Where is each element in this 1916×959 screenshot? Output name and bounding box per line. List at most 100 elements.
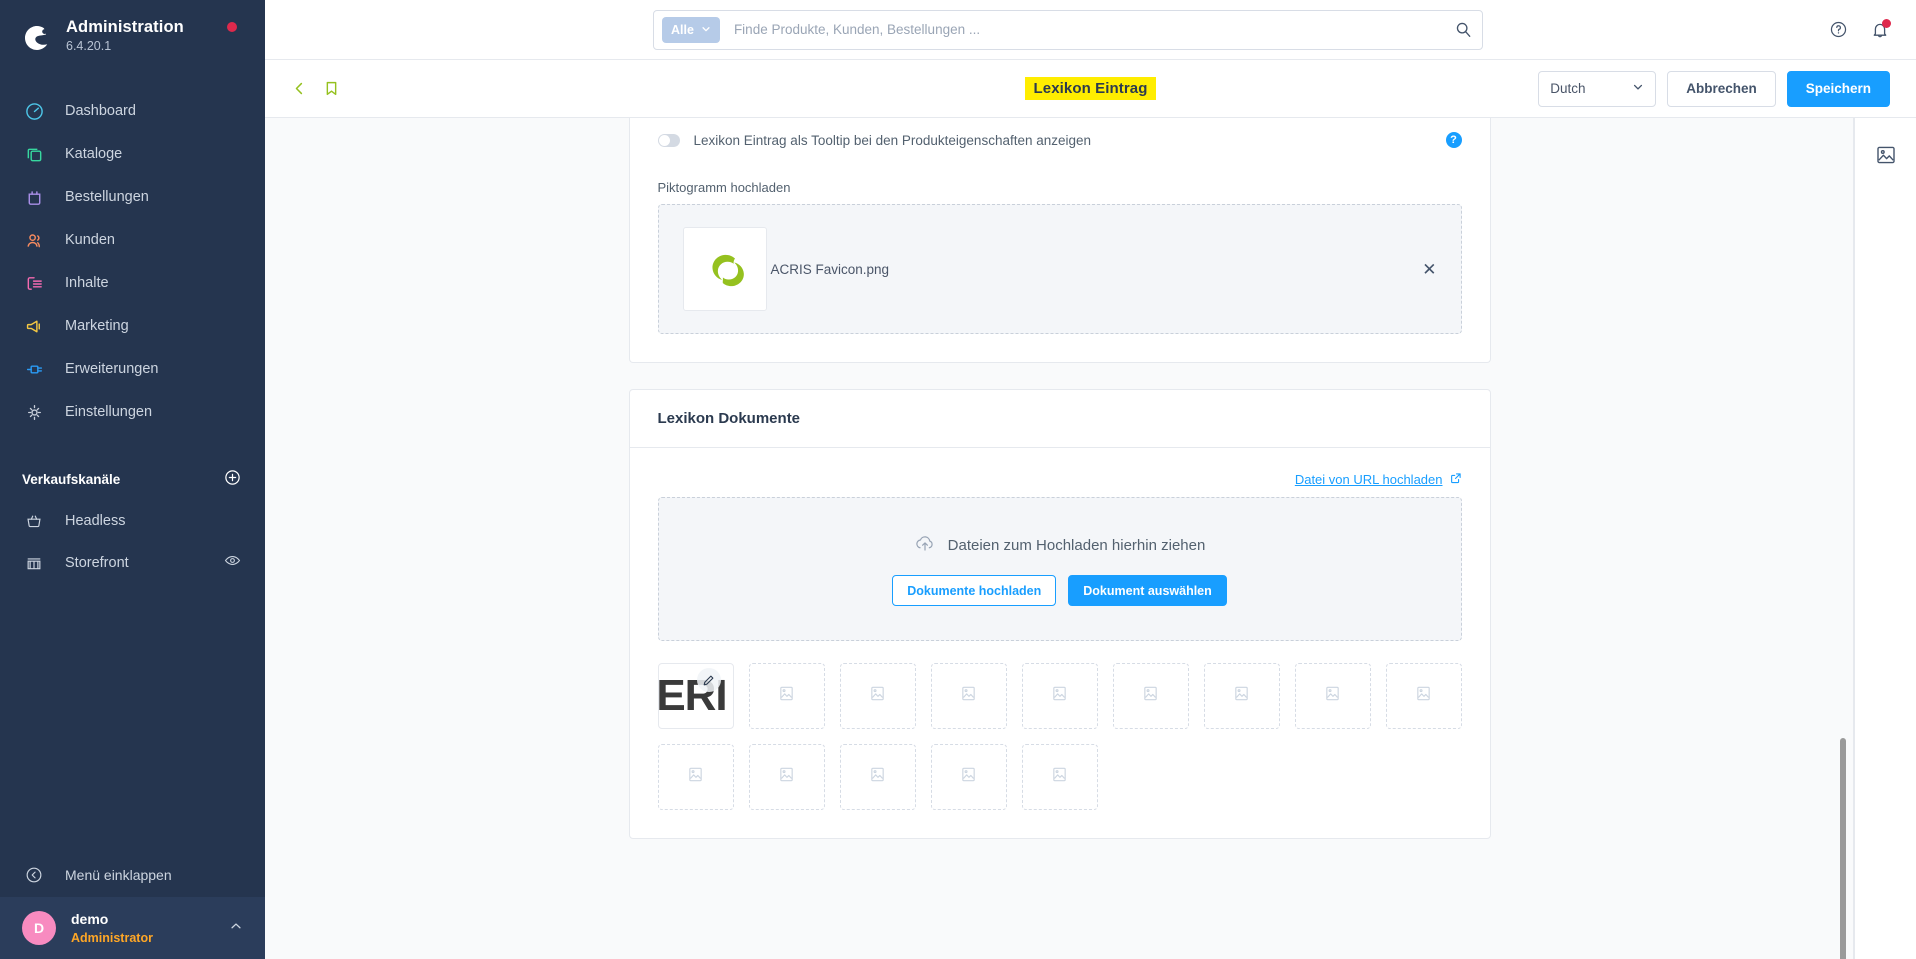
sidebar-item-kataloge[interactable]: Kataloge — [0, 133, 265, 176]
catalog-icon — [22, 145, 46, 164]
media-grid: ERI — [657, 641, 1462, 810]
sidebar-item-label: Bestellungen — [65, 189, 149, 206]
upload-from-url-label: Datei von URL hochladen — [1294, 472, 1443, 487]
marketing-icon — [22, 317, 46, 336]
select-document-button[interactable]: Dokument auswählen — [1068, 575, 1227, 606]
pictogram-upload-box[interactable]: ACRIS Favicon.png ✕ — [657, 204, 1462, 334]
documents-card: Lexikon Dokumente Datei von URL hochlade… — [628, 389, 1491, 839]
dropzone-text: Dateien zum Hochladen hierhin ziehen — [947, 537, 1206, 554]
image-icon[interactable] — [1875, 144, 1897, 166]
media-tile-placeholder[interactable] — [748, 663, 825, 729]
sidebar-item-headless[interactable]: Headless — [0, 500, 265, 542]
sidebar-item-storefront[interactable]: Storefront — [0, 542, 265, 584]
plus-circle-icon[interactable] — [224, 469, 241, 491]
shopware-logo-icon — [22, 22, 52, 52]
media-tile-image[interactable]: ERI — [657, 663, 734, 729]
search-input[interactable] — [733, 22, 1455, 37]
sidebar-item-label: Einstellungen — [65, 404, 153, 421]
pictogram-file-name: ACRIS Favicon.png — [770, 261, 890, 277]
sidebar-item-marketing[interactable]: Marketing — [0, 305, 265, 348]
update-status-dot — [227, 22, 237, 32]
save-button[interactable]: Speichern — [1786, 70, 1890, 107]
search-icon[interactable] — [1455, 21, 1472, 38]
sidebar-collapse-button[interactable]: Menü einklappen — [0, 853, 265, 897]
media-tile-placeholder[interactable] — [1112, 663, 1189, 729]
media-tile-placeholder[interactable] — [1021, 663, 1098, 729]
pictogram-thumbnail — [682, 227, 767, 311]
sidebar-item-label: Dashboard — [65, 103, 136, 120]
sidebar-item-erweiterungen[interactable]: Erweiterungen — [0, 348, 265, 391]
sidebar-title: Administration — [66, 18, 184, 36]
sidebar-section-label: Verkaufskanäle — [22, 472, 121, 488]
toggle-product-properties[interactable] — [657, 133, 680, 147]
sidebar-brand[interactable]: Administration 6.4.20.1 — [0, 0, 265, 72]
user-menu[interactable]: D demo Administrator — [0, 897, 265, 959]
user-role: Administrator — [71, 930, 153, 945]
image-placeholder-icon — [778, 766, 795, 788]
sidebar-item-bestellungen[interactable]: Bestellungen — [0, 176, 265, 219]
bookmark-icon[interactable] — [323, 80, 340, 97]
media-tile-placeholder[interactable] — [930, 744, 1007, 810]
upload-from-url-link[interactable]: Datei von URL hochladen — [1295, 472, 1462, 487]
cancel-button[interactable]: Abbrechen — [1667, 70, 1776, 107]
language-select[interactable]: Dutch — [1538, 70, 1657, 107]
media-tile-placeholder[interactable] — [839, 744, 916, 810]
sidebar-item-dashboard[interactable]: Dashboard — [0, 90, 265, 133]
main-area: Alle Finde Produkte, Kunden, Bestellunge… — [265, 0, 1916, 959]
language-select-value: Dutch — [1550, 81, 1586, 96]
sidebar-item-label: Storefront — [65, 554, 129, 571]
orders-icon — [22, 188, 46, 207]
media-tile-placeholder[interactable] — [1021, 744, 1098, 810]
file-dropzone[interactable]: Dateien zum Hochladen hierhin ziehen Dok… — [657, 497, 1462, 641]
help-badge[interactable]: ? — [1445, 132, 1462, 148]
search-scope-chip[interactable]: Alle — [662, 16, 720, 43]
pencil-icon[interactable] — [696, 668, 721, 692]
smart-bar: Lexikon Eintrag Dutch Abbrechen Speicher… — [265, 60, 1916, 118]
sidebar-section-sales-channels: Verkaufskanäle — [0, 460, 265, 500]
image-placeholder-icon — [1051, 766, 1068, 788]
user-name: demo — [71, 910, 109, 927]
image-placeholder-icon — [687, 766, 704, 788]
sidebar-item-inhalte[interactable]: Inhalte — [0, 262, 265, 305]
media-tile-placeholder[interactable] — [839, 663, 916, 729]
sidebar-nav: Dashboard Kataloge Bestellungen Kunden I… — [0, 90, 265, 434]
storefront-icon — [22, 554, 46, 572]
settings-card: Lexikon Eintrag als Tooltip bei der Prod… — [628, 118, 1491, 363]
sidebar-collapse-label: Menü einklappen — [65, 867, 172, 883]
media-tile-placeholder[interactable] — [657, 744, 734, 810]
eye-icon[interactable] — [224, 552, 241, 573]
right-rail — [1854, 118, 1916, 959]
content-scrollbar-thumb[interactable] — [1840, 738, 1846, 959]
media-tile-placeholder[interactable] — [1385, 663, 1462, 729]
image-placeholder-icon — [778, 685, 795, 707]
search-scope-label: Alle — [671, 22, 694, 37]
media-tile-placeholder[interactable] — [1203, 663, 1280, 729]
sidebar-item-kunden[interactable]: Kunden — [0, 219, 265, 262]
documents-card-body: Datei von URL hochladen Dateien zum Hoch… — [630, 448, 1490, 838]
settings-gear-icon — [22, 403, 46, 422]
image-placeholder-icon — [1142, 685, 1159, 707]
media-tile-placeholder[interactable] — [748, 744, 825, 810]
chevron-down-icon — [1632, 81, 1644, 96]
sidebar-item-einstellungen[interactable]: Einstellungen — [0, 391, 265, 434]
top-search-bar: Alle — [265, 0, 1916, 60]
app-root: Administration 6.4.20.1 Dashboard Katalo… — [0, 0, 1916, 959]
close-icon[interactable]: ✕ — [1422, 261, 1436, 278]
documents-card-header: Lexikon Dokumente — [629, 390, 1490, 448]
chevron-left-icon[interactable] — [291, 80, 308, 97]
media-tile-placeholder[interactable] — [1294, 663, 1371, 729]
chevron-up-icon[interactable] — [229, 919, 243, 938]
global-search[interactable]: Alle — [653, 9, 1483, 50]
help-circle-icon[interactable] — [1829, 20, 1848, 39]
image-placeholder-icon — [1324, 685, 1341, 707]
chevron-left-circle-icon — [22, 866, 46, 884]
dropzone-buttons: Dokumente hochladen Dokument auswählen — [892, 575, 1227, 606]
upload-documents-button[interactable]: Dokumente hochladen — [892, 575, 1057, 606]
pictogram-label: Piktogramm hochladen — [657, 180, 791, 195]
smart-bar-left — [291, 80, 340, 97]
content-scroll-area[interactable]: Lexikon Eintrag als Tooltip bei der Prod… — [265, 118, 1854, 959]
media-tile-placeholder[interactable] — [930, 663, 1007, 729]
bell-icon[interactable] — [1870, 18, 1891, 40]
avatar: D — [22, 911, 56, 945]
